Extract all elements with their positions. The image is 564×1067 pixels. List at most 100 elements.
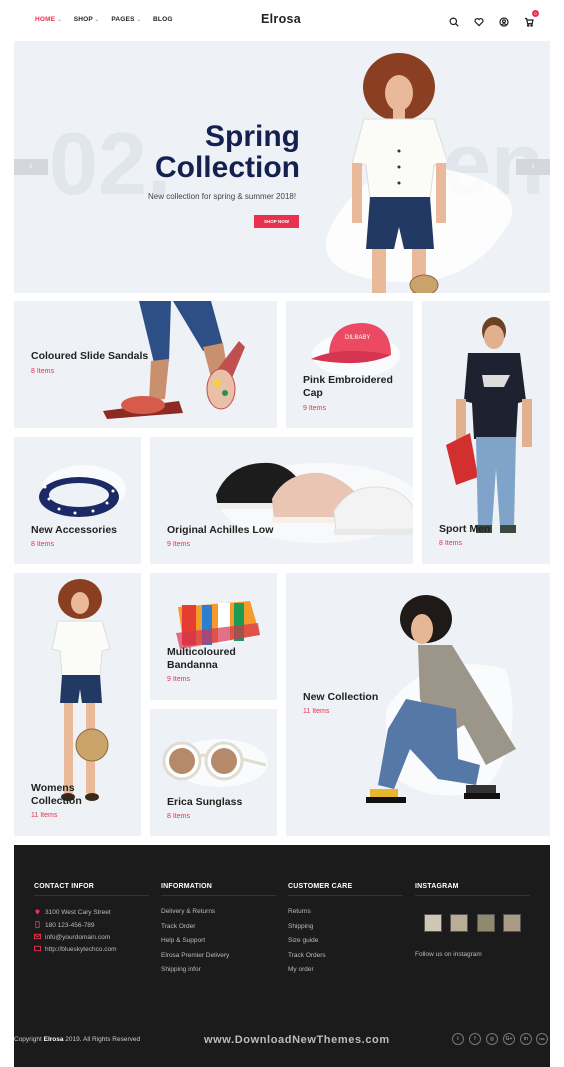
copyright-brand[interactable]: Elrosa: [44, 1036, 64, 1043]
tile-title: New Accessories: [31, 524, 117, 536]
category-tile-cap[interactable]: DILBABY Pink Embroidered Cap 9 Items: [286, 301, 413, 428]
footer-link[interactable]: Shipping infor: [161, 966, 201, 973]
sunglasses-image: [162, 739, 268, 787]
contact-address-text: 3100 West Cary Street: [45, 909, 111, 916]
tile-title: Coloured Slide Sandals: [31, 350, 149, 362]
footer-information-heading: INFORMATION: [161, 883, 213, 890]
tile-count: 9 Items: [303, 405, 326, 412]
womens-model-image: [51, 579, 111, 801]
footer-link[interactable]: My order: [288, 966, 314, 973]
tile-count: 8 Items: [31, 541, 54, 548]
tile-title: Pink Embroidered Cap: [303, 374, 393, 399]
user-icon[interactable]: [499, 14, 509, 32]
contact-phone-text: 180 123-456-789: [45, 922, 95, 929]
divider: [161, 895, 276, 896]
slider-next-button[interactable]: ›: [516, 159, 550, 175]
twitter-icon[interactable]: t: [452, 1033, 464, 1045]
nav-blog[interactable]: BLOG: [153, 16, 173, 23]
nav-home-label: HOME: [35, 16, 56, 23]
category-tile-sandals[interactable]: Coloured Slide Sandals 8 Items: [14, 301, 277, 428]
tile-count: 11 Items: [303, 708, 330, 715]
page: HOME ⌄ SHOP ⌄ PAGES ⌄ BLOG Elrosa 0 02. en: [0, 0, 564, 1067]
new-collection-model-image: [366, 595, 516, 803]
tile-count: 11 Items: [31, 812, 58, 819]
google-plus-icon[interactable]: G+: [503, 1033, 515, 1045]
hero-title-line1: Spring: [205, 120, 300, 153]
headband-image: [39, 465, 126, 517]
footer-link[interactable]: Track Order: [161, 923, 195, 930]
category-tile-bandanna[interactable]: Multicoloured Bandanna 9 Items: [150, 573, 277, 700]
category-tile-sunglass[interactable]: Erica Sunglass 8 Items: [150, 709, 277, 836]
category-tile-womens[interactable]: Womens Collection 11 Items: [14, 573, 141, 836]
search-icon[interactable]: [449, 14, 459, 32]
site-footer: CONTACT INFOR 3100 West Cary Street 180 …: [14, 845, 550, 1067]
contact-email-text: info@yourdomain.com: [45, 934, 111, 941]
tile-title: Original Achilles Low: [167, 524, 274, 536]
shop-now-button[interactable]: SHOP NOW: [254, 215, 299, 228]
rss-icon[interactable]: rss: [536, 1033, 548, 1045]
instagram-follow-text[interactable]: Follow us on instagram: [415, 951, 482, 958]
watermark: www.DownloadNewThemes.com: [204, 1034, 390, 1046]
contact-website-text: http://blueskytechco.com: [45, 946, 117, 953]
site-logo[interactable]: Elrosa: [261, 12, 301, 26]
footer-care-heading: CUSTOMER CARE: [288, 883, 353, 890]
footer-link[interactable]: Shipping: [288, 923, 313, 930]
instagram-thumb[interactable]: [424, 914, 442, 932]
nav-shop-label: SHOP: [73, 16, 93, 23]
contact-website[interactable]: http://blueskytechco.com: [34, 945, 117, 953]
hero-model-image: [351, 53, 449, 293]
footer-link[interactable]: Delivery & Returns: [161, 908, 215, 915]
nav-blog-label: BLOG: [153, 16, 173, 23]
linkedin-icon[interactable]: in: [520, 1033, 532, 1045]
footer-link[interactable]: Track Orders: [288, 952, 326, 959]
category-tile-accessories[interactable]: New Accessories 8 Items: [14, 437, 141, 564]
footer-link[interactable]: Help & Support: [161, 937, 205, 944]
tile-count: 8 Items: [31, 368, 54, 375]
mail-icon: [34, 933, 41, 940]
footer-link[interactable]: Elrosa Premier Delivery: [161, 952, 229, 959]
divider: [415, 895, 530, 896]
nav-shop[interactable]: SHOP ⌄: [74, 16, 100, 23]
tile-count: 8 Items: [439, 540, 462, 547]
instagram-thumb[interactable]: [450, 914, 468, 932]
contact-email[interactable]: info@yourdomain.com: [34, 933, 110, 941]
tile-title: Multicoloured Bandanna: [167, 646, 236, 671]
slider-prev-button[interactable]: ‹: [14, 159, 48, 175]
header-icons: 0: [449, 10, 539, 32]
cart-icon[interactable]: 0: [524, 10, 539, 32]
category-tile-new-collection[interactable]: New Collection 11 Items: [286, 573, 550, 836]
hero-title-line2: Collection: [154, 151, 300, 184]
copyright-post: 2019. All Rights Reserved: [63, 1036, 141, 1043]
cart-count-badge: 0: [532, 10, 539, 17]
copyright-pre: Copyright: [14, 1036, 44, 1043]
footer-link[interactable]: Returns: [288, 908, 311, 915]
hero-title: Spring Collection: [155, 121, 300, 183]
nav-pages[interactable]: PAGES ⌄: [111, 16, 141, 23]
tile-count: 9 Items: [167, 541, 190, 548]
category-tile-sport-men[interactable]: Sport Men 8 Items: [422, 301, 550, 564]
tile-count: 8 Items: [167, 813, 190, 820]
chevron-down-icon: ⌄: [136, 16, 141, 23]
contact-phone[interactable]: 180 123-456-789: [34, 921, 95, 929]
instagram-thumb[interactable]: [477, 914, 495, 932]
hero-slider: 02. en Spring Collection New collection …: [14, 41, 550, 293]
heart-icon[interactable]: [474, 14, 484, 32]
chevron-down-icon: ⌄: [57, 16, 62, 23]
phone-icon: [35, 921, 40, 928]
contact-address: 3100 West Cary Street: [34, 908, 111, 916]
instagram-icon[interactable]: ◎: [486, 1033, 498, 1045]
category-tile-achilles[interactable]: Original Achilles Low 9 Items: [150, 437, 413, 564]
main-nav: HOME ⌄ SHOP ⌄ PAGES ⌄ BLOG: [35, 16, 173, 23]
map-pin-icon: [35, 909, 40, 915]
hero-subtitle: New collection for spring & summer 2018!: [148, 192, 297, 201]
tile-count: 9 Items: [167, 676, 190, 683]
tile-title: Sport Men: [439, 523, 491, 535]
footer-link[interactable]: Size guide: [288, 937, 318, 944]
chevron-down-icon: ⌄: [94, 16, 100, 23]
svg-text:DILBABY: DILBABY: [345, 335, 370, 341]
chevron-right-icon: ›: [531, 161, 535, 172]
tile-title: Erica Sunglass: [167, 796, 243, 808]
facebook-icon[interactable]: f: [469, 1033, 481, 1045]
nav-home[interactable]: HOME ⌄: [35, 16, 62, 23]
instagram-thumb[interactable]: [503, 914, 521, 932]
